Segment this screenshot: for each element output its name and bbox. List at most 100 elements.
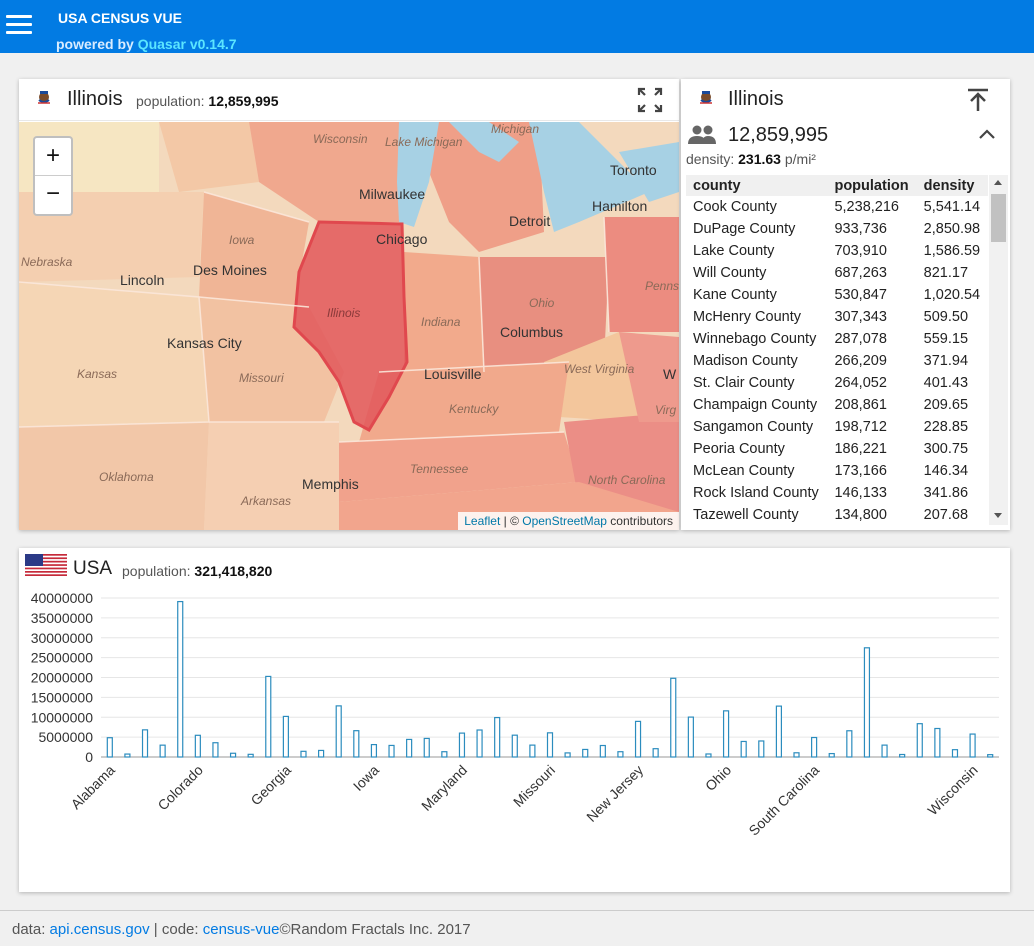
bar[interactable]: [634, 720, 642, 758]
bar[interactable]: [881, 744, 888, 758]
bar[interactable]: [582, 748, 589, 758]
county-cell: Madison County: [693, 353, 798, 369]
bar[interactable]: [793, 752, 800, 758]
bar[interactable]: [476, 729, 483, 758]
bar[interactable]: [388, 744, 395, 758]
bar[interactable]: [177, 600, 184, 758]
bar[interactable]: [194, 734, 201, 758]
table-row[interactable]: Peoria County 186,221 300.75: [686, 438, 988, 460]
population-cell: 687,263: [834, 265, 887, 281]
table-header-row: county population density: [686, 175, 988, 196]
bar[interactable]: [494, 716, 501, 758]
bar[interactable]: [564, 752, 571, 758]
bar[interactable]: [282, 715, 289, 758]
column-header-density[interactable]: density: [916, 175, 988, 196]
bar[interactable]: [247, 753, 254, 758]
chevron-up-icon[interactable]: [978, 127, 996, 141]
attribution-suffix: contributors: [606, 514, 673, 528]
table-scrollbar[interactable]: [989, 175, 1008, 525]
bar[interactable]: [441, 751, 448, 758]
bar[interactable]: [722, 710, 730, 758]
table-row[interactable]: Sangamon County 198,712 228.85: [686, 416, 988, 438]
bar[interactable]: [423, 737, 430, 758]
bar[interactable]: [300, 750, 307, 758]
bar[interactable]: [106, 737, 113, 758]
bar[interactable]: [335, 705, 342, 758]
column-header-county[interactable]: county: [686, 175, 828, 196]
bar[interactable]: [670, 677, 677, 758]
bar[interactable]: [141, 729, 149, 758]
bar[interactable]: [951, 749, 959, 758]
table-row[interactable]: Champaign County 208,861 209.65: [686, 394, 988, 416]
population-cell: 208,861: [834, 397, 887, 413]
table-row[interactable]: St. Clair County 264,052 401.43: [686, 372, 988, 394]
bar[interactable]: [934, 727, 941, 758]
table-row[interactable]: McHenry County 307,343 509.50: [686, 306, 988, 328]
bar[interactable]: [705, 753, 712, 758]
leaflet-link[interactable]: Leaflet: [464, 514, 500, 528]
y-tick-label: 30000000: [31, 630, 94, 646]
menu-icon[interactable]: [6, 15, 32, 37]
bar[interactable]: [546, 732, 554, 758]
bar[interactable]: [159, 744, 166, 758]
table-row[interactable]: Will County 687,263 821.17: [686, 262, 988, 284]
bar[interactable]: [511, 734, 518, 758]
bar[interactable]: [229, 752, 237, 758]
scroll-up-arrow-icon[interactable]: [994, 180, 1002, 185]
population-cell: 134,800: [834, 507, 887, 523]
bar[interactable]: [599, 744, 606, 758]
app-title: USA CENSUS VUE: [58, 10, 182, 26]
bar[interactable]: [828, 752, 835, 758]
bar[interactable]: [863, 647, 871, 758]
bar[interactable]: [124, 753, 131, 758]
bar[interactable]: [212, 742, 219, 758]
side-state-title: Illinois: [728, 88, 784, 110]
bar[interactable]: [775, 705, 783, 758]
map-population: population: 12,859,995: [136, 93, 278, 109]
table-row[interactable]: McLean County 173,166 146.34: [686, 460, 988, 482]
table-row[interactable]: Kane County 530,847 1,020.54: [686, 284, 988, 306]
osm-link[interactable]: OpenStreetMap: [522, 514, 607, 528]
bar[interactable]: [846, 730, 853, 758]
bar[interactable]: [916, 723, 923, 758]
bar[interactable]: [969, 733, 976, 758]
scroll-thumb[interactable]: [991, 194, 1006, 242]
bar[interactable]: [758, 740, 765, 758]
bar[interactable]: [317, 749, 325, 758]
table-row[interactable]: Winnebago County 287,078 559.15: [686, 328, 988, 350]
scroll-top-icon[interactable]: [966, 87, 990, 113]
table-row[interactable]: Rock Island County 146,133 341.86: [686, 482, 988, 504]
quasar-link[interactable]: Quasar v0.14.7: [138, 36, 237, 52]
density-unit: p/mi²: [784, 151, 816, 167]
bar[interactable]: [265, 675, 272, 758]
table-row[interactable]: Madison County 266,209 371.94: [686, 350, 988, 372]
usa-flag-icon: [25, 554, 67, 576]
scroll-down-arrow-icon[interactable]: [994, 513, 1002, 518]
bar[interactable]: [458, 732, 466, 758]
bar[interactable]: [652, 748, 659, 758]
bar[interactable]: [987, 754, 994, 758]
zoom-in-button[interactable]: +: [35, 138, 71, 176]
county-cell: Champaign County: [693, 397, 818, 413]
bar[interactable]: [687, 716, 694, 758]
bar[interactable]: [529, 744, 536, 758]
bar[interactable]: [353, 730, 360, 758]
table-row[interactable]: Tazewell County 134,800 207.68: [686, 504, 988, 525]
fullscreen-icon[interactable]: [637, 87, 663, 113]
table-row[interactable]: DuPage County 933,736 2,850.98: [686, 218, 988, 240]
bar[interactable]: [899, 753, 906, 758]
bar[interactable]: [406, 738, 413, 758]
bar[interactable]: [617, 751, 624, 758]
bar[interactable]: [370, 743, 378, 758]
county-table-wrapper[interactable]: county population density Cook County 5,2…: [686, 175, 1009, 525]
bar[interactable]: [811, 736, 818, 758]
zoom-out-button[interactable]: −: [35, 176, 71, 214]
table-row[interactable]: Cook County 5,238,216 5,541.14: [686, 196, 988, 218]
census-vue-link[interactable]: census-vue: [203, 921, 280, 938]
census-api-link[interactable]: api.census.gov: [50, 921, 150, 938]
bar[interactable]: [740, 740, 747, 758]
state-map[interactable]: Wisconsin Michigan Lake Michigan Iowa Ne…: [19, 122, 679, 530]
column-header-population[interactable]: population: [827, 175, 917, 196]
x-tick-label: Missouri: [510, 762, 558, 810]
table-row[interactable]: Lake County 703,910 1,586.59: [686, 240, 988, 262]
